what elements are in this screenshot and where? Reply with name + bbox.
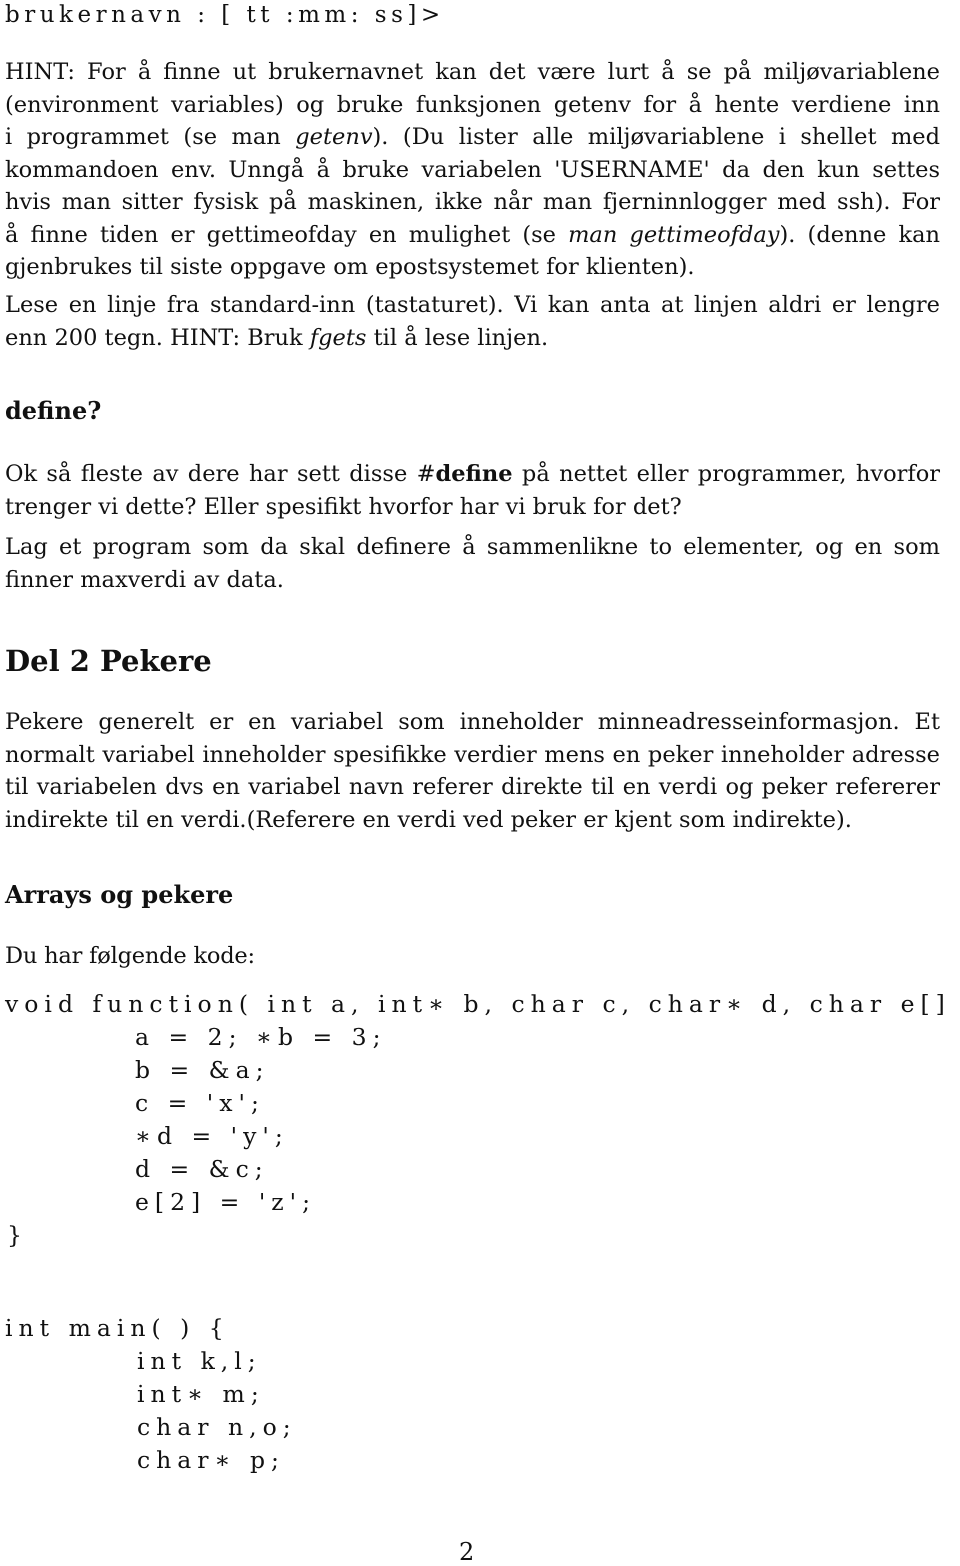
code-main-signature: int main( ) {: [5, 1314, 230, 1342]
text-line: Lese en linje fra standard-inn (tastatur…: [5, 292, 940, 318]
hint-paragraph: HINT: For å finne ut brukernavnet kan de…: [5, 56, 940, 284]
code-line: ∗d = 'y';: [135, 1122, 289, 1150]
code-function-body: a = 2; ∗b = 3; b = &a; c = 'x'; ∗d = 'y'; d …: [135, 1021, 387, 1219]
text-line: i programmet (se man getenv). (Du lister…: [5, 124, 941, 150]
text-line: Lag et program som da skal definere å sa…: [5, 534, 940, 560]
code-line: char n,o;: [137, 1413, 297, 1441]
text-line: hvis man sitter fysisk på maskinen, ikke…: [5, 189, 940, 215]
define-heading: define?: [5, 396, 102, 425]
text-line: Ok så fleste av dere har sett disse #def…: [5, 461, 940, 487]
text-line: gjenbrukes til siste oppgave om epostsys…: [5, 254, 695, 280]
text-line: enn 200 tegn. HINT: Bruk fgets til å les…: [5, 324, 549, 351]
text-line: å finne tiden er gettimeofday en mulighe…: [5, 221, 940, 248]
code-function-close: }: [7, 1221, 28, 1249]
text-line: indirekte til en verdi.(Referere en verd…: [5, 806, 852, 833]
text-line: trenger vi dette? Eller spesifikt hvorfo…: [5, 493, 682, 520]
text-line: HINT: For å finne ut brukernavnet kan de…: [5, 59, 940, 85]
define-paragraph-2: Lag et program som da skal definere å sa…: [5, 531, 940, 596]
text-line: normalt variabel inneholder spesifikke v…: [5, 741, 940, 768]
code-line: c = 'x';: [135, 1089, 265, 1117]
code-line: int∗ m;: [137, 1380, 265, 1408]
text-line: finner maxverdi av data.: [5, 566, 284, 593]
text-line: (environment variables) og bruke funksjo…: [5, 91, 940, 118]
text-line: til variabelen dvs en variabel navn refe…: [5, 774, 940, 800]
section-heading-pekere: Del 2 Pekere: [5, 644, 212, 678]
define-paragraph-1: Ok så fleste av dere har sett disse #def…: [5, 458, 940, 523]
pointer-paragraph: Pekere generelt er en variabel som inneh…: [5, 706, 940, 836]
code-line: char∗ p;: [137, 1446, 285, 1474]
code-main-body: int k,l; int∗ m; char n,o; char∗ p;: [137, 1345, 297, 1477]
text-line: Pekere generelt er en variabel som inneh…: [5, 709, 940, 735]
read-line-paragraph: Lese en linje fra standard-inn (tastatur…: [5, 289, 940, 354]
code-function-signature: void function( int a, int∗ b, char c, ch…: [5, 990, 960, 1018]
code-line: d = &c;: [135, 1155, 269, 1183]
code-line: int k,l;: [137, 1347, 262, 1375]
code-line: e[2] = 'z';: [135, 1188, 317, 1216]
code-line: b = &a;: [135, 1056, 270, 1084]
code-intro: Du har følgende kode:: [5, 943, 255, 969]
text-line: kommandoen env. Unngå å bruke variabelen…: [5, 156, 940, 183]
page-number: 2: [459, 1538, 475, 1566]
arrays-heading: Arrays og pekere: [5, 880, 234, 909]
prompt-format-line: brukernavn : [ tt :mm: ss]>: [5, 2, 445, 28]
code-line: a = 2; ∗b = 3;: [135, 1023, 387, 1051]
